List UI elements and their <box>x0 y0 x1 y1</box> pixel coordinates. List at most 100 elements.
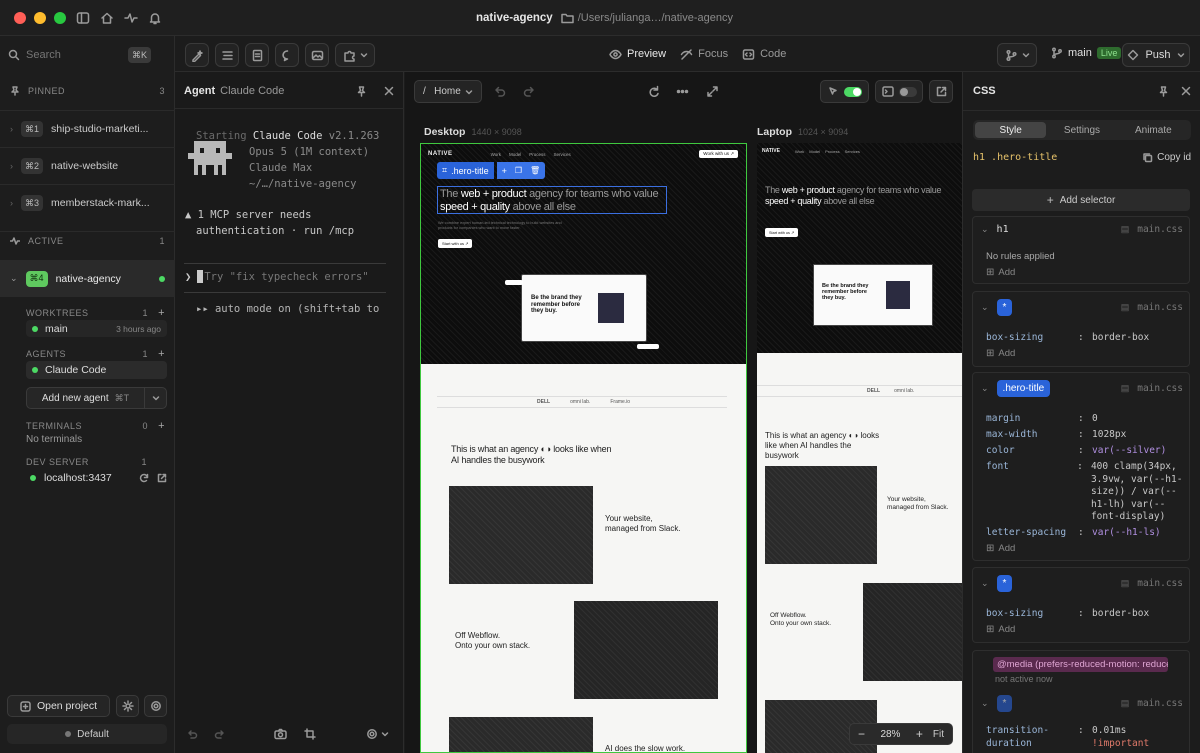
laptop-preview-frame[interactable]: NATIVE Work Model Process Services The w… <box>757 143 962 753</box>
route-selector[interactable]: / Home <box>414 80 482 103</box>
project-item-ship-studio[interactable]: › ⌘1 ship-studio-marketi... <box>0 110 175 147</box>
layers-button[interactable] <box>215 43 239 67</box>
css-property[interactable]: transition-duration <box>986 725 1078 750</box>
settings-button[interactable] <box>144 695 167 717</box>
crop-icon[interactable] <box>304 728 316 740</box>
copy-id-button[interactable]: Copy id <box>1157 152 1191 163</box>
css-value[interactable]: border-box <box>1092 332 1149 343</box>
selector-chip[interactable]: h1 <box>997 224 1113 235</box>
zoom-fit-button[interactable]: Fit <box>933 729 944 740</box>
chevron-down-icon[interactable]: ⌄ <box>981 224 989 235</box>
delete-icon[interactable]: 🗑 <box>530 166 540 175</box>
plugins-dropdown[interactable] <box>335 43 375 67</box>
branch-selector[interactable]: main Live <box>1051 47 1122 59</box>
add-terminal-icon[interactable]: + <box>158 420 165 432</box>
css-value[interactable]: var(--h1-ls) <box>1092 527 1161 538</box>
agent-item-claude-code[interactable]: Claude Code <box>26 361 167 379</box>
tab-focus[interactable]: Focus <box>680 48 728 61</box>
more-icon[interactable] <box>676 85 689 98</box>
project-item-memberstack[interactable]: › ⌘3 memberstack-mark... <box>0 184 175 221</box>
desktop-preview-frame[interactable]: NATIVE Work Model Process Services Work … <box>420 143 747 753</box>
search-box[interactable]: ⌘K <box>8 44 166 66</box>
css-property[interactable]: color <box>986 445 1078 456</box>
project-item-native-website[interactable]: › ⌘2 native-website <box>0 147 175 184</box>
activity-icon[interactable] <box>124 11 138 25</box>
camera-icon[interactable] <box>274 728 287 740</box>
project-item-native-agency[interactable]: ⌄ ⌘4 native-agency <box>0 260 175 297</box>
undo-icon[interactable] <box>186 728 198 740</box>
back-icon[interactable] <box>493 85 506 98</box>
pin-icon[interactable] <box>1158 85 1169 97</box>
home-icon[interactable] <box>100 11 114 25</box>
media-query-chip[interactable]: @media (prefers-reduced-motion: reduce) <box>993 657 1168 672</box>
element-selection-toolbar[interactable]: ⌗ .hero-title + ❐ 🗑 <box>437 162 546 179</box>
redo-icon[interactable] <box>214 728 226 740</box>
zoom-in-button[interactable]: + <box>916 727 923 741</box>
css-property[interactable]: margin <box>986 413 1078 424</box>
close-icon[interactable] <box>384 86 394 96</box>
worktree-item-main[interactable]: main 3 hours ago <box>26 320 167 337</box>
devserver-item[interactable]: localhost:3437 <box>30 471 167 485</box>
css-property[interactable]: font <box>986 461 1077 472</box>
forward-icon[interactable] <box>523 85 536 98</box>
css-value[interactable]: 1028px <box>1092 429 1126 440</box>
add-rule-button[interactable]: ⊞ Add <box>986 267 1015 278</box>
tab-settings[interactable]: Settings <box>1046 122 1117 138</box>
selector-chip[interactable]: * <box>996 575 1013 592</box>
git-graph-dropdown[interactable] <box>997 43 1037 67</box>
css-property[interactable]: letter-spacing <box>986 527 1078 538</box>
comments-button[interactable] <box>275 43 299 67</box>
zoom-out-button[interactable]: − <box>858 727 865 741</box>
tab-code[interactable]: Code <box>742 48 786 61</box>
css-value[interactable]: 0.01ms !important <box>1092 725 1149 750</box>
tab-animate[interactable]: Animate <box>1118 122 1189 138</box>
environment-selector[interactable]: Default <box>7 724 167 744</box>
add-rule-button[interactable]: ⊞ Add <box>986 348 1015 359</box>
chevron-down-icon[interactable]: ⌄ <box>981 698 989 709</box>
media-button[interactable] <box>305 43 329 67</box>
minimize-window-button[interactable] <box>34 12 46 24</box>
css-property[interactable]: box-sizing <box>986 608 1078 619</box>
close-icon[interactable] <box>1181 86 1191 96</box>
tab-style[interactable]: Style <box>975 122 1047 138</box>
add-new-agent-button[interactable]: Add new agent ⌘T <box>26 387 167 409</box>
selector-chip[interactable]: .hero-title <box>996 380 1051 397</box>
pin-icon[interactable] <box>356 85 367 97</box>
css-value[interactable]: 400 clamp(34px, 3.9vw, var(--h1-size)) /… <box>1091 461 1186 524</box>
add-icon[interactable]: + <box>502 166 507 176</box>
chevron-down-icon[interactable]: ⌄ <box>981 383 989 394</box>
css-property[interactable]: max-width <box>986 429 1078 440</box>
sidebar-toggle-icon[interactable] <box>76 11 90 25</box>
tab-preview[interactable]: Preview <box>609 48 666 61</box>
external-link-icon[interactable] <box>157 473 167 483</box>
add-agent-icon[interactable]: + <box>158 348 165 360</box>
chevron-down-icon[interactable]: ⌄ <box>981 302 989 313</box>
selector-chip[interactable]: * <box>996 695 1013 712</box>
pages-button[interactable] <box>245 43 269 67</box>
duplicate-icon[interactable]: ❐ <box>515 166 522 175</box>
selector-chip[interactable]: * <box>996 299 1013 316</box>
expand-icon[interactable] <box>706 85 719 98</box>
prompt-input[interactable]: ❯ Try "fix typecheck errors" <box>185 270 369 283</box>
open-project-button[interactable]: Open project <box>7 695 110 717</box>
css-value[interactable]: border-box <box>1092 608 1149 619</box>
add-rule-button[interactable]: ⊞ Add <box>986 543 1015 554</box>
add-worktree-icon[interactable]: + <box>158 307 165 319</box>
add-selector-button[interactable]: + Add selector <box>972 189 1190 211</box>
search-input[interactable] <box>26 49 122 61</box>
inspect-toggle[interactable] <box>820 80 869 103</box>
plugins-button[interactable] <box>116 695 139 717</box>
css-value[interactable]: var(--silver) <box>1092 445 1166 456</box>
agent-type-dropdown[interactable] <box>144 388 166 408</box>
chevron-down-icon[interactable]: ⌄ <box>981 578 989 589</box>
refresh-icon[interactable] <box>139 473 149 483</box>
open-in-browser-button[interactable] <box>929 80 953 103</box>
close-window-button[interactable] <box>14 12 26 24</box>
new-element-button[interactable] <box>185 43 209 67</box>
reload-icon[interactable] <box>647 85 660 98</box>
agent-settings-dropdown[interactable] <box>366 728 389 740</box>
selected-hero-title[interactable]: The web + product agency for teams who v… <box>437 186 667 214</box>
push-button[interactable]: Push <box>1122 43 1190 67</box>
maximize-window-button[interactable] <box>54 12 66 24</box>
css-value[interactable]: 0 <box>1092 413 1098 424</box>
